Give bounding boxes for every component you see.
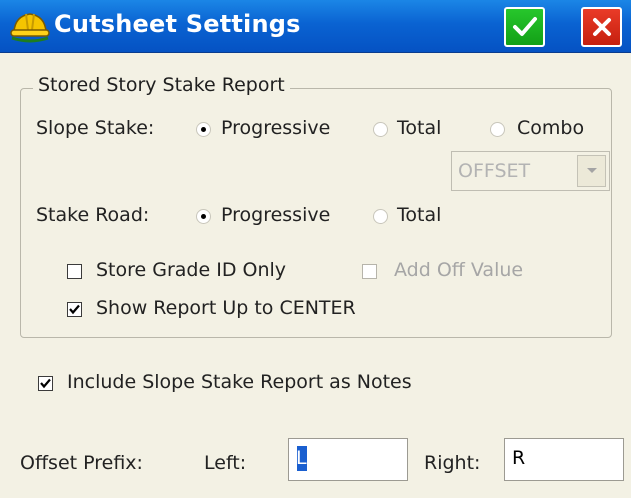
- slope-stake-total-radio[interactable]: [373, 122, 388, 137]
- add-off-value-checkbox[interactable]: [362, 264, 377, 279]
- checkmark-icon: [512, 17, 537, 36]
- slope-stake-progressive-radio[interactable]: [196, 122, 211, 137]
- left-prefix-label: Left:: [204, 452, 247, 474]
- show-report-label[interactable]: Show Report Up to CENTER: [96, 297, 356, 319]
- hardhat-icon: [10, 13, 50, 43]
- window-title: Cutsheet Settings: [54, 10, 301, 38]
- store-grade-id-label[interactable]: Store Grade ID Only: [96, 259, 286, 281]
- stake-road-total-label[interactable]: Total: [397, 204, 441, 226]
- slope-stake-label: Slope Stake:: [36, 117, 155, 139]
- show-report-checkbox[interactable]: [67, 302, 82, 317]
- slope-stake-total-label[interactable]: Total: [397, 117, 441, 139]
- left-prefix-input[interactable]: L: [288, 438, 408, 481]
- close-button[interactable]: [581, 7, 622, 47]
- chevron-down-icon: [586, 168, 597, 173]
- slope-stake-combo-label[interactable]: Combo: [517, 117, 584, 139]
- checkmark-icon: [69, 304, 80, 315]
- include-notes-label[interactable]: Include Slope Stake Report as Notes: [67, 371, 412, 393]
- right-prefix-label: Right:: [424, 452, 481, 474]
- left-prefix-value: L: [296, 447, 307, 469]
- stake-road-progressive-label[interactable]: Progressive: [221, 204, 330, 226]
- add-off-value-label[interactable]: Add Off Value: [394, 259, 523, 281]
- offset-prefix-label: Offset Prefix:: [20, 452, 143, 474]
- right-prefix-value: R: [512, 447, 526, 469]
- right-prefix-input[interactable]: R: [504, 438, 624, 481]
- ok-button[interactable]: [504, 7, 545, 47]
- offset-combo-value: OFFSET: [458, 160, 531, 182]
- checkmark-icon: [40, 378, 51, 389]
- stake-road-progressive-radio[interactable]: [196, 209, 211, 224]
- store-grade-id-checkbox[interactable]: [67, 264, 82, 279]
- stake-road-label: Stake Road:: [36, 204, 150, 226]
- include-notes-checkbox[interactable]: [38, 376, 53, 391]
- stake-road-total-radio[interactable]: [373, 209, 388, 224]
- group-title: Stored Story Stake Report: [33, 74, 290, 96]
- offset-combo[interactable]: OFFSET: [451, 151, 610, 191]
- title-bar: Cutsheet Settings: [0, 0, 631, 53]
- close-x-icon: [592, 18, 611, 36]
- slope-stake-combo-radio[interactable]: [490, 122, 505, 137]
- combo-dropdown-button[interactable]: [577, 155, 606, 187]
- slope-stake-progressive-label[interactable]: Progressive: [221, 117, 330, 139]
